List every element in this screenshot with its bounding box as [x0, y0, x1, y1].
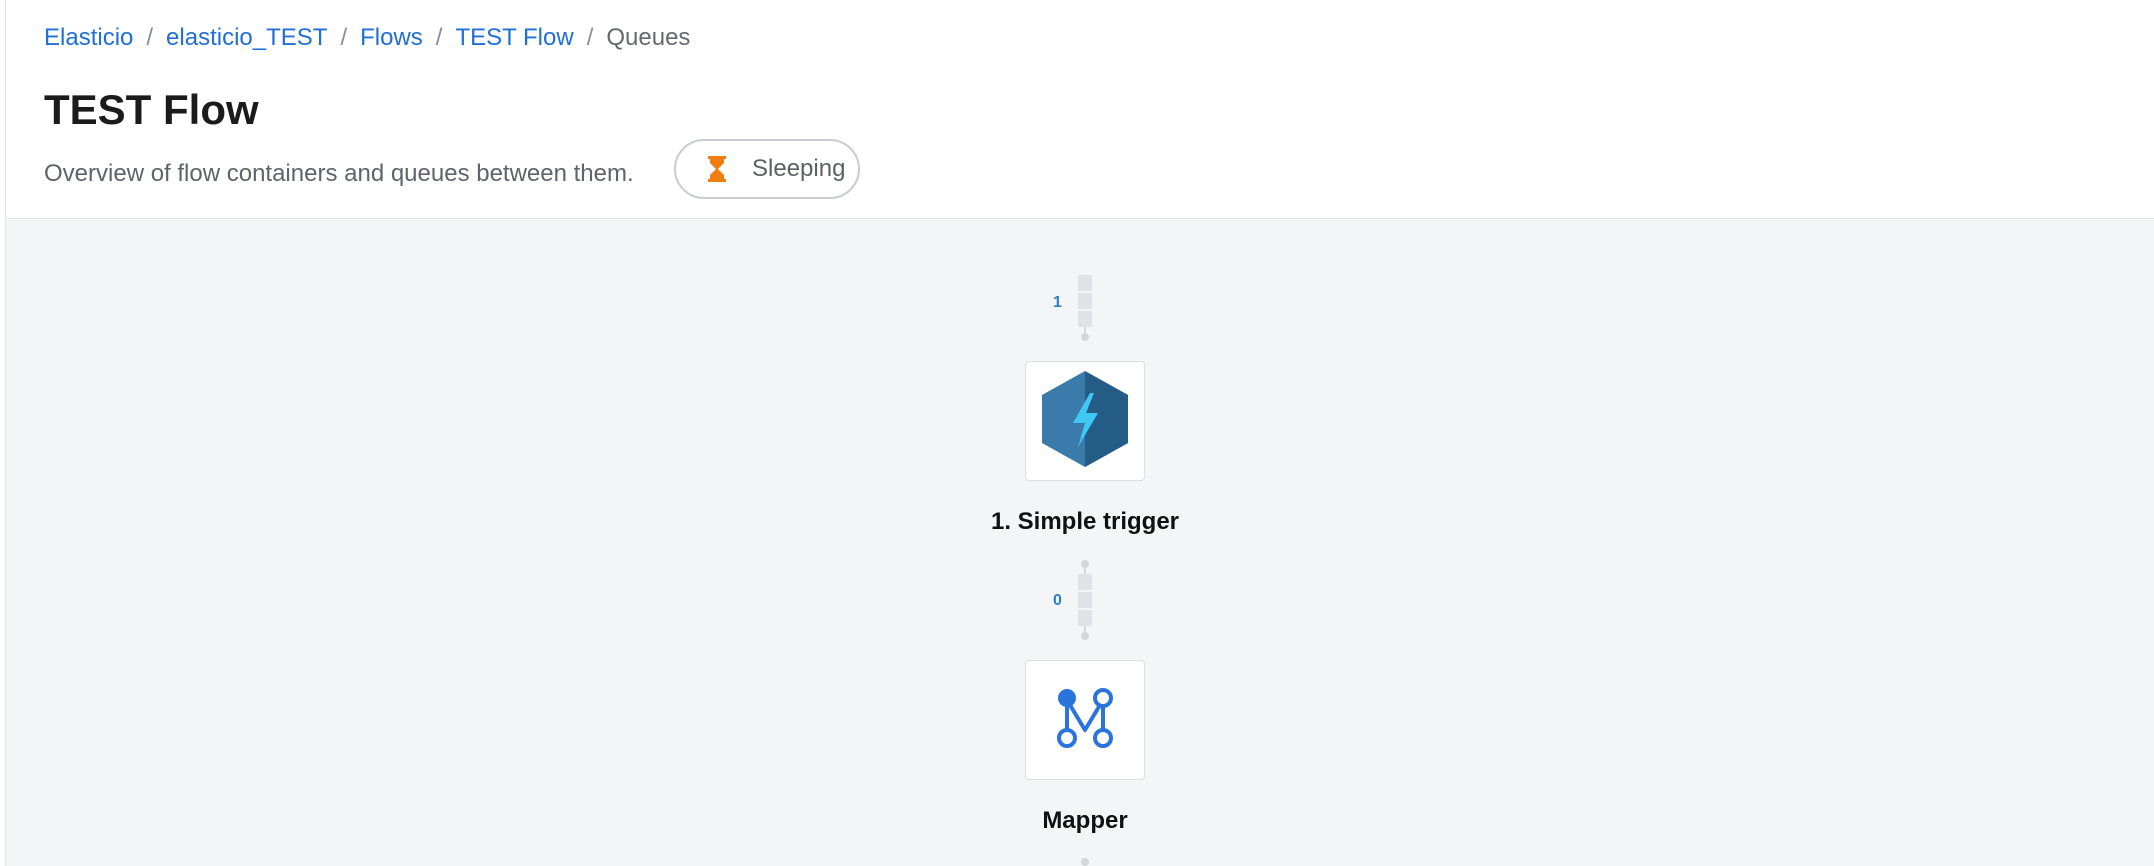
queue-slot: [1078, 293, 1092, 309]
page-subtitle: Overview of flow containers and queues b…: [44, 160, 634, 187]
step-label: Mapper: [1042, 807, 1128, 834]
breadcrumb: Elasticio / elasticio_TEST / Flows / TES…: [44, 22, 690, 54]
queue-slot: [1078, 311, 1092, 327]
page-header: Elasticio / elasticio_TEST / Flows / TES…: [6, 0, 2154, 219]
breadcrumb-current: Queues: [606, 24, 691, 51]
queue-connector-dot: [1081, 632, 1089, 640]
breadcrumb-link-flow[interactable]: TEST Flow: [455, 24, 573, 52]
lightning-hexagon-icon: [1040, 369, 1130, 474]
step-card-simple-trigger[interactable]: [1025, 361, 1145, 481]
breadcrumb-separator: /: [146, 24, 154, 51]
step-card-mapper[interactable]: [1025, 660, 1145, 780]
queue-count: 1: [1053, 294, 1062, 311]
queue-slot: [1078, 574, 1092, 590]
queue-slot: [1078, 275, 1092, 291]
queue-slot: [1078, 610, 1092, 626]
queue-slot: [1078, 592, 1092, 608]
queue-connector-dot: [1081, 858, 1089, 866]
breadcrumb-link-flows[interactable]: Flows: [360, 24, 423, 52]
queue-count: 0: [1053, 592, 1062, 609]
page-title: TEST Flow: [44, 86, 259, 133]
hourglass-icon: [704, 154, 730, 184]
breadcrumb-separator: /: [340, 24, 348, 51]
breadcrumb-separator: /: [586, 24, 594, 51]
mapper-icon: [1053, 686, 1117, 755]
breadcrumb-link-contract[interactable]: elasticio_TEST: [166, 24, 327, 52]
breadcrumb-separator: /: [435, 24, 443, 51]
queue-connector: [1084, 567, 1086, 574]
status-label: Sleeping: [752, 155, 846, 182]
step-label: 1. Simple trigger: [990, 508, 1180, 535]
queue-connector-dot: [1081, 333, 1089, 341]
flow-canvas: 1 1. Simple trigger 0 Mapper: [6, 220, 2154, 866]
flow-status-badge[interactable]: Sleeping: [674, 139, 860, 199]
breadcrumb-link-workspace[interactable]: Elasticio: [44, 24, 133, 52]
